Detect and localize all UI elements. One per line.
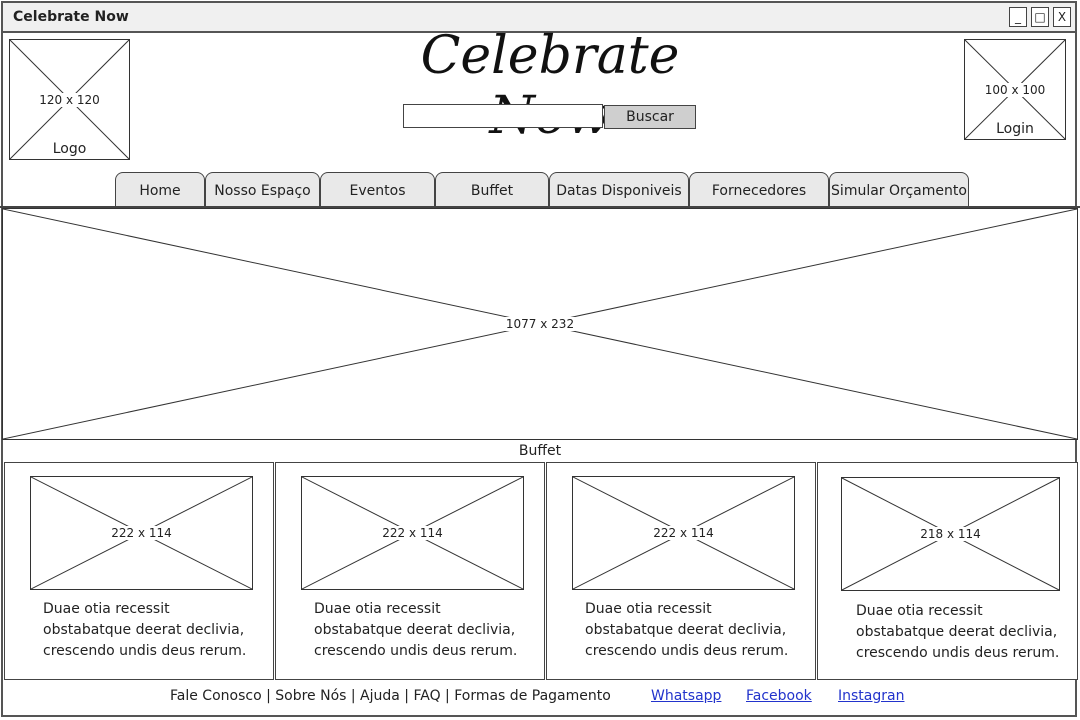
tab-nosso-espaco[interactable]: Nosso Espaço	[205, 172, 320, 207]
card-line: crescendo undis deus rerum.	[585, 643, 789, 659]
login-caption: Login	[996, 121, 1034, 137]
login-dimensions: 100 x 100	[983, 82, 1047, 97]
tab-home[interactable]: Home	[115, 172, 205, 207]
instagram-link[interactable]: Instagran	[838, 688, 904, 704]
card-line: Duae otia recessit	[43, 601, 170, 617]
buffet-card[interactable]: 218 x 114 Duae otia recessit obstabatque…	[817, 462, 1078, 680]
card-line: crescendo undis deus rerum.	[43, 643, 247, 659]
card-image-placeholder: 222 x 114	[30, 476, 253, 590]
card-line: Duae otia recessit	[585, 601, 712, 617]
tab-datas-disponiveis[interactable]: Datas Disponiveis	[549, 172, 689, 207]
card-line: obstabatque deerat declivia,	[43, 622, 245, 638]
banner-dimensions: 1077 x 232	[504, 317, 576, 331]
card-image-dimensions: 222 x 114	[381, 526, 444, 540]
card-line: Duae otia recessit	[314, 601, 441, 617]
tab-fornecedores[interactable]: Fornecedores	[689, 172, 829, 207]
card-line: obstabatque deerat declivia,	[585, 622, 787, 638]
tab-eventos[interactable]: Eventos	[320, 172, 435, 207]
card-line: crescendo undis deus rerum.	[856, 645, 1060, 661]
card-line: crescendo undis deus rerum.	[314, 643, 518, 659]
buffet-card[interactable]: 222 x 114 Duae otia recessit obstabatque…	[546, 462, 816, 680]
card-description: Duae otia recessit obstabatque deerat de…	[43, 599, 246, 662]
whatsapp-link[interactable]: Whatsapp	[651, 688, 721, 704]
card-image-placeholder: 222 x 114	[572, 476, 795, 590]
maximize-button[interactable]: □	[1031, 7, 1049, 27]
section-title: Buffet	[518, 443, 562, 459]
facebook-link[interactable]: Facebook	[746, 688, 812, 704]
tab-buffet[interactable]: Buffet	[435, 172, 549, 207]
card-image-dimensions: 222 x 114	[652, 526, 715, 540]
card-description: Duae otia recessit obstabatque deerat de…	[314, 599, 517, 662]
logo-caption: Logo	[52, 141, 87, 157]
card-image-placeholder: 218 x 114	[841, 477, 1060, 591]
card-image-dimensions: 218 x 114	[919, 527, 982, 541]
search-input[interactable]	[403, 104, 603, 128]
minimize-button[interactable]: _	[1009, 7, 1027, 27]
card-line: Duae otia recessit	[856, 603, 983, 619]
card-description: Duae otia recessit obstabatque deerat de…	[856, 601, 1059, 664]
footer-text[interactable]: Fale Conosco | Sobre Nós | Ajuda | FAQ |…	[170, 688, 611, 704]
window-title: Celebrate Now	[13, 9, 129, 25]
buffet-card[interactable]: 222 x 114 Duae otia recessit obstabatque…	[4, 462, 274, 680]
buffet-card[interactable]: 222 x 114 Duae otia recessit obstabatque…	[275, 462, 545, 680]
card-image-placeholder: 222 x 114	[301, 476, 524, 590]
tab-simular-orcamento[interactable]: Simular Orçamento	[829, 172, 969, 207]
card-line: obstabatque deerat declivia,	[856, 624, 1058, 640]
search-button[interactable]: Buscar	[604, 105, 696, 129]
card-line: obstabatque deerat declivia,	[314, 622, 516, 638]
login-placeholder[interactable]: 100 x 100 Login	[964, 39, 1066, 140]
banner-placeholder: 1077 x 232	[2, 208, 1078, 440]
card-description: Duae otia recessit obstabatque deerat de…	[585, 599, 788, 662]
close-button[interactable]: X	[1053, 7, 1071, 27]
logo-dimensions: 120 x 120	[38, 92, 101, 107]
card-image-dimensions: 222 x 114	[110, 526, 173, 540]
logo-placeholder[interactable]: 120 x 120 Logo	[9, 39, 130, 160]
